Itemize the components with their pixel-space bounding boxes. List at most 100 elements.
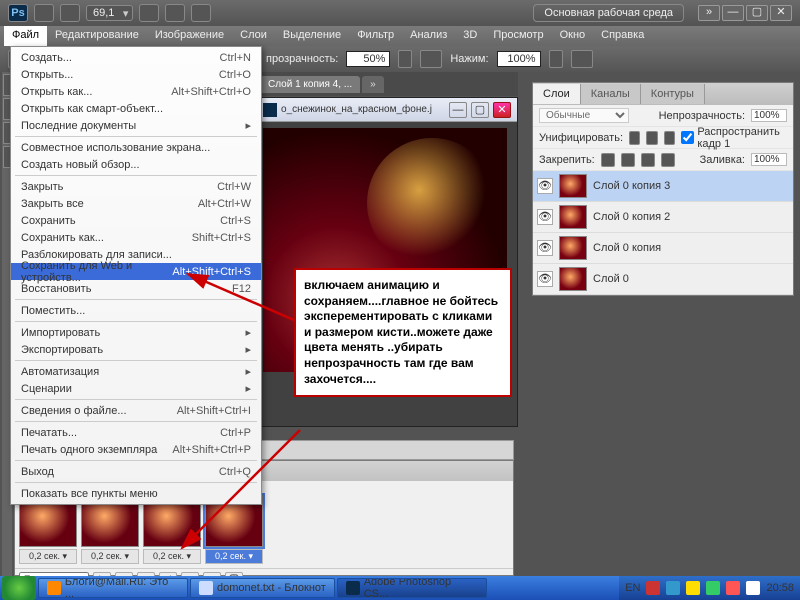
- blend-mode-select[interactable]: Обычные: [539, 108, 629, 123]
- menu-Окно[interactable]: Окно: [552, 26, 594, 46]
- opacity-flyout-icon[interactable]: [398, 50, 412, 68]
- menu-item[interactable]: Поместить...: [11, 302, 261, 319]
- doc-close-button[interactable]: ✕: [493, 102, 511, 118]
- menu-item[interactable]: Печатать...Ctrl+P: [11, 424, 261, 441]
- lock-all-icon[interactable]: [661, 153, 675, 167]
- tablet-icon[interactable]: [571, 50, 593, 68]
- minimize-button[interactable]: —: [722, 5, 744, 21]
- doc-minimize-button[interactable]: —: [449, 102, 467, 118]
- menu-3D[interactable]: 3D: [455, 26, 485, 46]
- tab-channels[interactable]: Каналы: [581, 84, 641, 104]
- tab-layers[interactable]: Слои: [533, 84, 581, 104]
- frame-delay[interactable]: 0,2 сек. ▾: [81, 549, 139, 564]
- menu-item[interactable]: Печать одного экземпляраAlt+Shift+Ctrl+P: [11, 441, 261, 458]
- menu-item[interactable]: Открыть как смарт-объект...: [11, 100, 261, 117]
- menu-item[interactable]: Открыть...Ctrl+O: [11, 66, 261, 83]
- lock-pos-icon[interactable]: [641, 153, 655, 167]
- lang-indicator[interactable]: EN: [625, 582, 640, 594]
- visibility-toggle[interactable]: 👁: [537, 271, 553, 287]
- layer-opacity-input[interactable]: [751, 109, 787, 122]
- tray-icon-6[interactable]: [746, 581, 760, 595]
- menu-Справка[interactable]: Справка: [593, 26, 652, 46]
- frame-delay[interactable]: 0,2 сек. ▾: [19, 549, 77, 564]
- bridge-icon[interactable]: [34, 4, 54, 22]
- lock-pixels-icon[interactable]: [621, 153, 635, 167]
- layer-row[interactable]: 👁Слой 0 копия 3: [533, 171, 793, 202]
- frame-delay[interactable]: 0,2 сек. ▾: [143, 549, 201, 564]
- visibility-toggle[interactable]: 👁: [537, 209, 553, 225]
- flow-flyout-icon[interactable]: [549, 50, 563, 68]
- taskbar-item-1[interactable]: Блоги@Mail.Ru: Это ...: [38, 578, 188, 598]
- menu-item[interactable]: ЗакрытьCtrl+W: [11, 178, 261, 195]
- tray-icon-4[interactable]: [706, 581, 720, 595]
- menu-item[interactable]: Последние документы: [11, 117, 261, 134]
- menu-Фильтр[interactable]: Фильтр: [349, 26, 402, 46]
- clock[interactable]: 20:58: [766, 582, 794, 594]
- layer-thumbnail[interactable]: [559, 236, 587, 260]
- menu-item[interactable]: Совместное использование экрана...: [11, 139, 261, 156]
- menu-item[interactable]: ВыходCtrl+Q: [11, 463, 261, 480]
- tray-icon-3[interactable]: [686, 581, 700, 595]
- menu-item[interactable]: Сведения о файле...Alt+Shift+Ctrl+I: [11, 402, 261, 419]
- workspace-button[interactable]: Основная рабочая среда: [533, 4, 684, 22]
- layer-row[interactable]: 👁Слой 0 копия: [533, 233, 793, 264]
- tray-icon-1[interactable]: [646, 581, 660, 595]
- view-extras-icon[interactable]: [60, 4, 80, 22]
- document-titlebar[interactable]: о_снежинок_на_красном_фоне.j — ▢ ✕: [257, 98, 517, 122]
- unify-style-icon[interactable]: [664, 131, 675, 145]
- menu-Файл[interactable]: Файл: [4, 26, 47, 46]
- frame-delay[interactable]: 0,2 сек. ▾: [205, 549, 263, 564]
- arrange-icon[interactable]: [165, 4, 185, 22]
- menu-Изображение[interactable]: Изображение: [147, 26, 232, 46]
- visibility-toggle[interactable]: 👁: [537, 178, 553, 194]
- layer-row[interactable]: 👁Слой 0 копия 2: [533, 202, 793, 233]
- fill-input[interactable]: [751, 153, 787, 166]
- menu-item[interactable]: Создать...Ctrl+N: [11, 49, 261, 66]
- layer-thumbnail[interactable]: [559, 267, 587, 291]
- menu-Выделение[interactable]: Выделение: [275, 26, 349, 46]
- zoom-select[interactable]: 69,1: [86, 5, 133, 21]
- airbrush-icon[interactable]: [420, 50, 442, 68]
- maximize-button[interactable]: ▢: [746, 5, 768, 21]
- menu-item[interactable]: СохранитьCtrl+S: [11, 212, 261, 229]
- close-button[interactable]: ✕: [770, 5, 792, 21]
- menu-item[interactable]: Закрыть всеAlt+Ctrl+W: [11, 195, 261, 212]
- document-tab-1[interactable]: Слой 1 копия 4, ...: [260, 76, 360, 93]
- menu-item[interactable]: Открыть как...Alt+Shift+Ctrl+O: [11, 83, 261, 100]
- doc-maximize-button[interactable]: ▢: [471, 102, 489, 118]
- unify-pos-icon[interactable]: [629, 131, 640, 145]
- tray-icon-2[interactable]: [666, 581, 680, 595]
- menu-item[interactable]: Показать все пункты меню: [11, 485, 261, 502]
- visibility-toggle[interactable]: 👁: [537, 240, 553, 256]
- layer-thumbnail[interactable]: [559, 205, 587, 229]
- menu-item[interactable]: Импортировать: [11, 324, 261, 341]
- chevrons-icon[interactable]: »: [698, 5, 720, 21]
- layer-row[interactable]: 👁Слой 0: [533, 264, 793, 295]
- taskbar-item-3[interactable]: Adobe Photoshop CS...: [337, 578, 487, 598]
- menu-Слои[interactable]: Слои: [232, 26, 275, 46]
- menu-separator: [15, 460, 257, 461]
- menu-item[interactable]: Сохранить для Web и устройств...Alt+Shif…: [11, 263, 261, 280]
- flow-input[interactable]: [497, 51, 541, 67]
- tab-paths[interactable]: Контуры: [641, 84, 705, 104]
- menu-item[interactable]: ВосстановитьF12: [11, 280, 261, 297]
- menu-item[interactable]: Создать новый обзор...: [11, 156, 261, 173]
- lock-transp-icon[interactable]: [601, 153, 615, 167]
- unify-vis-icon[interactable]: [646, 131, 657, 145]
- layer-thumbnail[interactable]: [559, 174, 587, 198]
- menu-item[interactable]: Сценарии: [11, 380, 261, 397]
- menu-Редактирование[interactable]: Редактирование: [47, 26, 147, 46]
- document-tab-overflow[interactable]: »: [362, 76, 384, 93]
- start-button[interactable]: [2, 576, 36, 600]
- tray-icon-5[interactable]: [726, 581, 740, 595]
- taskbar-item-2[interactable]: domonet.txt - Блокнот: [190, 578, 335, 598]
- menu-item[interactable]: Автоматизация: [11, 363, 261, 380]
- hand-icon[interactable]: [139, 4, 159, 22]
- opacity-input[interactable]: [346, 51, 390, 67]
- menu-Анализ[interactable]: Анализ: [402, 26, 455, 46]
- menu-item[interactable]: Экспортировать: [11, 341, 261, 358]
- screenmode-icon[interactable]: [191, 4, 211, 22]
- menu-Просмотр[interactable]: Просмотр: [485, 26, 551, 46]
- menu-item[interactable]: Сохранить как...Shift+Ctrl+S: [11, 229, 261, 246]
- propagate-frame-checkbox[interactable]: [681, 131, 694, 144]
